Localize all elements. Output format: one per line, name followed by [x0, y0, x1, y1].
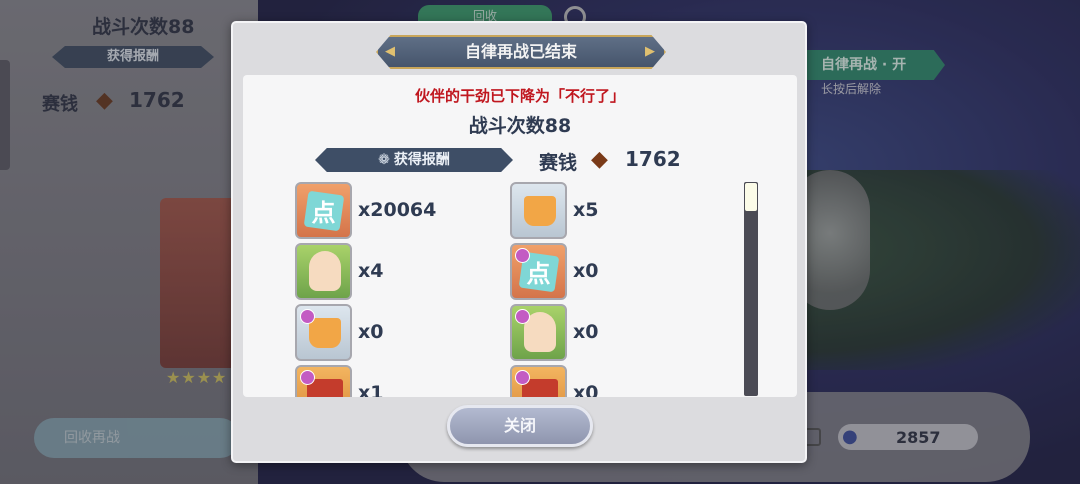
character-item-icon	[295, 243, 352, 300]
item-count: x5	[573, 199, 599, 221]
reward-ribbon: ❁ 获得报酬	[315, 148, 513, 172]
item-count: x1	[358, 382, 384, 397]
item-count: x0	[573, 382, 599, 397]
pudding-item-icon	[295, 304, 352, 361]
character-item-icon	[510, 304, 567, 361]
money-label: 赛钱	[539, 152, 578, 174]
reward-flower-icon: ❁	[378, 152, 390, 168]
item-count: x20064	[358, 199, 437, 221]
reward-item[interactable]: x5	[510, 182, 720, 240]
reward-item[interactable]: 点 x0	[510, 243, 720, 301]
reward-item[interactable]: x4	[295, 243, 505, 301]
reward-label: 获得报酬	[393, 152, 450, 168]
book-item-icon	[510, 365, 567, 397]
auto-battle-result-dialog: ◀ ▶ 自律再战已结束 伙伴的干劲已下降为「不行了」 战斗次数88 ❁ 获得报酬 …	[231, 21, 807, 463]
item-count: x4	[358, 260, 384, 282]
book-item-icon	[295, 365, 352, 397]
point-item-icon: 点	[295, 182, 352, 239]
reward-item[interactable]: x0	[295, 304, 505, 362]
point-item-icon: 点	[510, 243, 567, 300]
reward-item[interactable]: 点 x20064	[295, 182, 505, 240]
battle-count: 战斗次数88	[468, 115, 572, 137]
item-count: x0	[358, 321, 384, 343]
reward-item[interactable]: x0	[510, 365, 720, 397]
item-count: x0	[573, 260, 599, 282]
close-button[interactable]: 关闭	[447, 405, 593, 447]
item-list-scrollbar[interactable]	[744, 182, 758, 396]
reward-item[interactable]: x0	[510, 304, 720, 362]
dialog-title: 自律再战已结束	[464, 42, 577, 61]
reward-item-list[interactable]: 点 x20064 x5 x4 点 x0 x0 x0 x1 x0	[295, 182, 735, 397]
result-panel: 伙伴的干劲已下降为「不行了」 战斗次数88 ❁ 获得报酬 赛钱 ◆ 1762 点 …	[243, 75, 797, 397]
pudding-item-icon	[510, 182, 567, 239]
item-count: x0	[573, 321, 599, 343]
scrollbar-thumb[interactable]	[745, 183, 757, 211]
motivation-warning: 伙伴的干劲已下降为「不行了」	[414, 87, 625, 105]
money-value: 1762	[625, 147, 681, 171]
money-bag-icon: ◆	[591, 147, 608, 172]
reward-item[interactable]: x1	[295, 365, 505, 397]
